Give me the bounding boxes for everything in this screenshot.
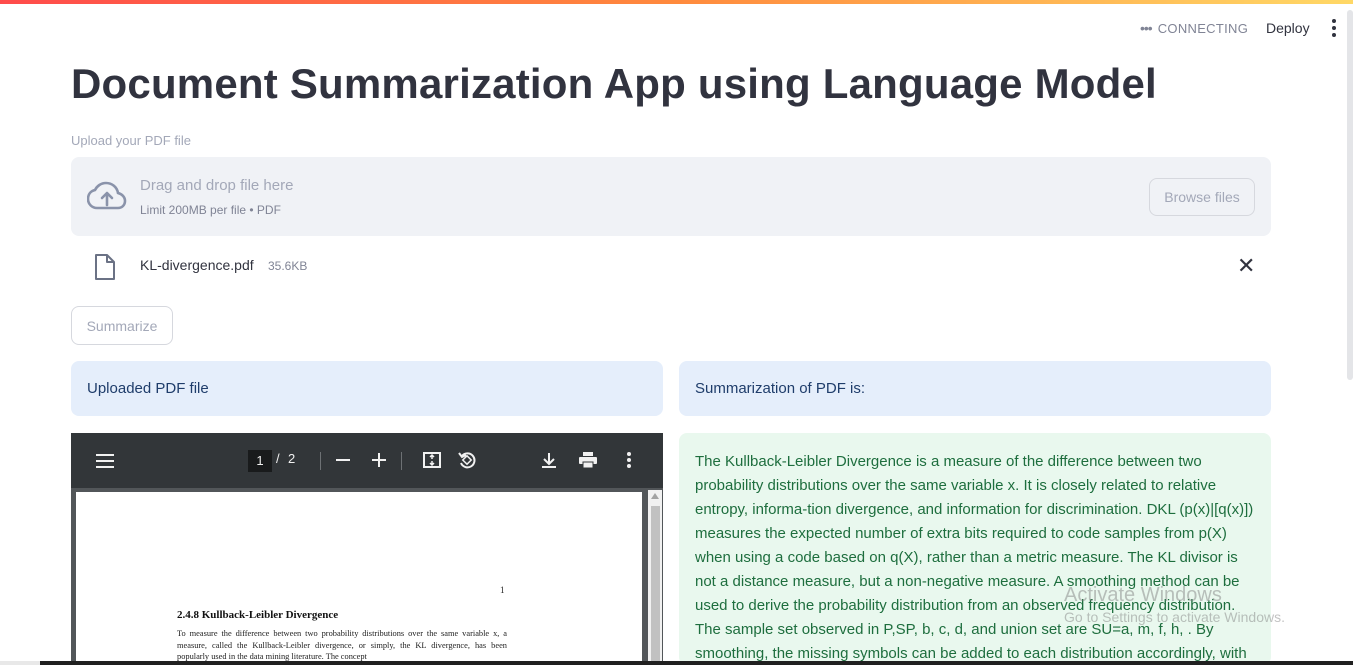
zoom-out-icon[interactable] — [336, 453, 350, 467]
deploy-button[interactable]: Deploy — [1266, 20, 1310, 36]
rotate-icon[interactable] — [458, 451, 476, 469]
pdf-body-text: To measure the difference between two pr… — [177, 629, 507, 661]
windows-activation-subtitle: Go to Settings to activate Windows. — [1064, 609, 1285, 625]
summary-header: Summarization of PDF is: — [679, 361, 1271, 416]
page-title: Document Summarization App using Languag… — [71, 60, 1157, 107]
file-size: 35.6KB — [268, 259, 308, 273]
summary-box: The Kullback-Leibler Divergence is a mea… — [679, 433, 1271, 665]
uploaded-pdf-header: Uploaded PDF file — [71, 361, 663, 416]
file-name: KL-divergence.pdf — [140, 257, 254, 273]
page-total: 2 — [288, 451, 296, 466]
pdf-page: 1 2.4.8 Kullback-Leibler Divergence To m… — [76, 492, 642, 665]
bottom-edge-bar — [0, 661, 1353, 665]
summary-text: The Kullback-Leibler Divergence is a mea… — [695, 453, 1254, 662]
pdf-scrollbar[interactable] — [648, 490, 662, 665]
connection-status: ••• CONNECTING — [1140, 20, 1248, 36]
page-separator: / — [276, 451, 280, 466]
pdf-toolbar: 1 / 2 — [71, 433, 663, 488]
file-icon — [95, 254, 115, 280]
dots-icon: ••• — [1140, 20, 1153, 36]
more-options-icon[interactable] — [626, 452, 632, 468]
scroll-up-arrow-icon[interactable] — [651, 493, 659, 499]
uploaded-pdf-title: Uploaded PDF file — [87, 380, 209, 397]
top-decoration-bar — [0, 0, 1353, 4]
status-text: CONNECTING — [1157, 20, 1249, 36]
file-dropzone[interactable]: Drag and drop file here Limit 200MB per … — [71, 157, 1271, 236]
windows-activation-title: Activate Windows — [1064, 584, 1222, 606]
dropzone-limit: Limit 200MB per file • PDF — [140, 203, 281, 217]
uploaded-file-row: KL-divergence.pdf 35.6KB ✕ — [71, 246, 1271, 286]
dropzone-instructions: Drag and drop file here — [140, 177, 294, 194]
pdf-section-heading: 2.4.8 Kullback-Leibler Divergence — [177, 609, 339, 621]
browse-files-button[interactable]: Browse files — [1149, 178, 1255, 216]
pdf-page-number: 1 — [500, 585, 505, 595]
fit-page-icon[interactable] — [423, 452, 441, 468]
print-icon[interactable] — [579, 452, 597, 468]
bottom-edge-segment — [0, 661, 40, 665]
page-number-input[interactable]: 1 — [248, 450, 272, 472]
toolbar-divider — [401, 452, 402, 470]
summary-title: Summarization of PDF is: — [695, 380, 866, 397]
download-icon[interactable] — [541, 452, 557, 469]
summarize-button[interactable]: Summarize — [71, 306, 173, 345]
pdf-viewer[interactable]: 1 / 2 1 2.4.8 Kullback-Leibler Divergenc… — [71, 433, 663, 665]
hamburger-menu-icon[interactable] — [96, 453, 114, 469]
close-icon[interactable]: ✕ — [1237, 255, 1255, 277]
cloud-upload-icon — [87, 181, 127, 210]
page-scrollbar[interactable] — [1347, 10, 1353, 380]
upload-label: Upload your PDF file — [71, 133, 191, 148]
pdf-scrollbar-thumb[interactable] — [651, 506, 660, 665]
toolbar-divider — [320, 452, 321, 470]
zoom-in-icon[interactable] — [372, 453, 386, 467]
kebab-menu-icon[interactable] — [1327, 16, 1341, 40]
